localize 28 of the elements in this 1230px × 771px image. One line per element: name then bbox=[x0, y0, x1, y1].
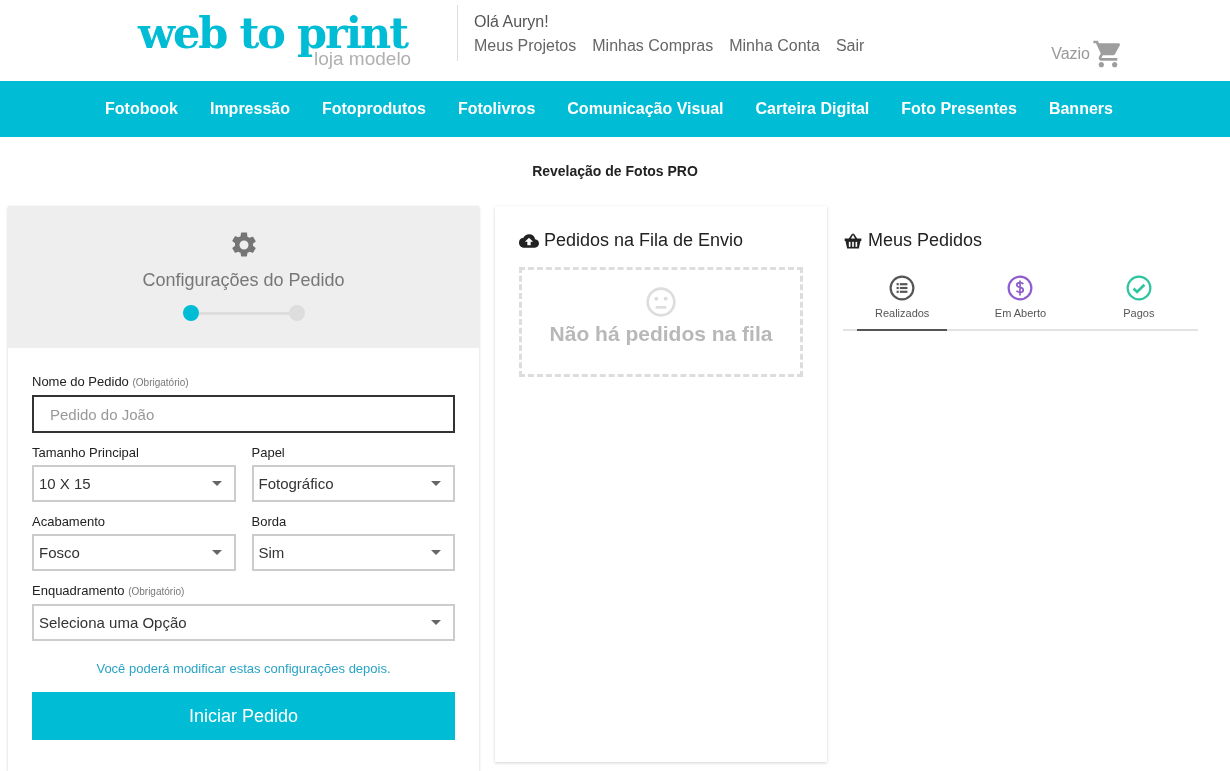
neutral-face-icon bbox=[645, 286, 677, 318]
field-label: Acabamento bbox=[32, 514, 106, 529]
dropdown[interactable]: 10 X 15 bbox=[32, 465, 236, 502]
account-link[interactable]: Minhas Compras bbox=[592, 36, 714, 56]
order-tab[interactable]: Realizados bbox=[857, 275, 948, 331]
cart-status: Vazio bbox=[1051, 45, 1090, 63]
text-field[interactable]: Pedido do João bbox=[32, 395, 455, 433]
order-tab[interactable]: Em Aberto bbox=[975, 275, 1066, 331]
field-label: Nome do Pedido (Obrigatório) bbox=[32, 374, 190, 390]
order-tab[interactable]: Pagos bbox=[1093, 275, 1184, 331]
dropdown[interactable]: Seleciona uma Opção bbox=[32, 604, 455, 641]
hint-text: Você poderá modificar estas configurações depois. bbox=[95, 661, 392, 676]
account-link[interactable]: Minha Conta bbox=[729, 36, 820, 56]
field-label: Tamanho Principal bbox=[32, 445, 140, 460]
panel-title: Meus Pedidos bbox=[868, 230, 983, 251]
dropdown[interactable]: Sim bbox=[251, 534, 455, 571]
field-label: Borda bbox=[251, 514, 288, 529]
account-link[interactable]: Meus Projetos bbox=[474, 36, 577, 56]
field-label: Enquadramento (Obrigatório) bbox=[32, 583, 186, 599]
empty-message: Não há pedidos na fila bbox=[549, 322, 773, 346]
panel-title: Pedidos na Fila de Envio bbox=[544, 230, 744, 251]
greeting-text: Olá Auryn! bbox=[474, 12, 550, 32]
panel-title: Configurações do Pedido bbox=[142, 269, 345, 291]
dropdown[interactable]: Fosco bbox=[32, 534, 236, 571]
page-title: Revelação de Fotos PRO bbox=[531, 163, 699, 180]
account-link[interactable]: Sair bbox=[835, 36, 865, 56]
field-label: Papel bbox=[251, 445, 286, 460]
dropdown[interactable]: Fotográfico bbox=[251, 465, 455, 502]
